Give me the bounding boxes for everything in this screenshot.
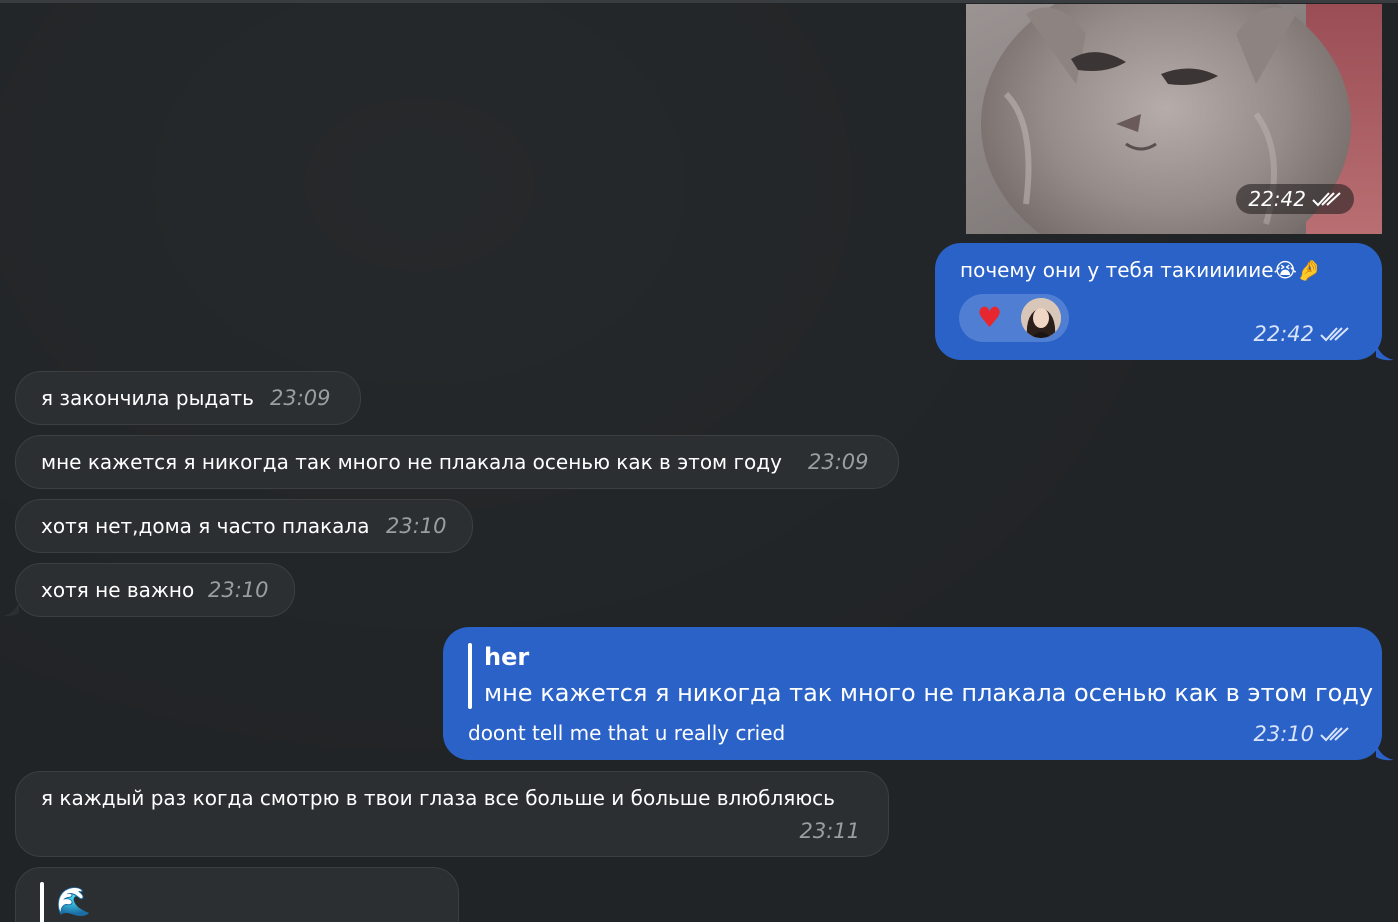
message-timestamp: 23:09 [808,450,869,474]
message-time-text: 22:42 [1253,322,1314,346]
message-timestamp: 23:10 [386,514,447,538]
wave-emoji-icon: 🌊 [56,885,91,918]
photo-timestamp: 22:42 [1236,184,1354,214]
incoming-message[interactable]: я закончила рыдать 23:09 [15,371,361,425]
reply-quoted-text[interactable]: мне кажется я никогда так много не плака… [484,680,1373,706]
photo-message[interactable]: 22:42 [966,4,1382,234]
heart-reaction-icon: ♥ [977,301,1003,334]
message-timestamp: 23:10 [1253,721,1350,747]
outgoing-reply-message[interactable]: her мне кажется я никогда так много не п… [443,627,1382,760]
reply-quote-bar [40,882,44,922]
outgoing-message[interactable]: почему они у тебя такиииииe😭🤌 ♥ 22:42 [935,243,1382,360]
message-timestamp: 23:10 [208,578,269,602]
incoming-message[interactable]: хотя нет,дома я часто плакала 23:10 [15,499,473,553]
photo-time-text: 22:42 [1248,187,1306,211]
message-emoji: 😭🤌 [1273,258,1322,282]
incoming-message[interactable]: хотя не важно 23:10 [15,563,295,617]
message-text: хотя нет,дома я часто плакала [41,514,370,538]
read-checkmarks-icon [1320,327,1349,342]
incoming-message[interactable]: мне кажется я никогда так много не плака… [15,435,899,489]
reaction-pill[interactable]: ♥ [959,294,1069,342]
incoming-reply-message[interactable]: 🌊 [15,867,459,922]
bubble-tail [1376,743,1394,761]
message-timestamp: 23:09 [270,386,331,410]
message-text: я каждый раз когда смотрю в твои глаза в… [41,786,835,810]
top-divider [0,0,1398,3]
message-text: doont tell me that u really cried [468,721,786,745]
reply-quote-bar [468,643,472,709]
reactor-avatar [1021,298,1061,338]
message-timestamp: 22:42 [1253,321,1350,347]
message-text: хотя не важно [41,578,195,602]
message-text-body: почему они у тебя такиииииe [960,258,1274,282]
message-text: почему они у тебя такиииииe😭🤌 [960,257,1322,283]
read-checkmarks-icon [1312,192,1341,207]
reply-sender-name: her [484,643,530,671]
bubble-tail [3,601,19,617]
message-time-text: 23:10 [1253,722,1314,746]
incoming-message[interactable]: я каждый раз когда смотрю в твои глаза в… [15,771,889,857]
read-checkmarks-icon [1320,727,1349,742]
message-timestamp: 23:11 [799,819,860,843]
message-text: мне кажется я никогда так много не плака… [41,450,782,474]
message-text: я закончила рыдать [41,386,254,410]
chat-view: 22:42 почему они у тебя такиииииe😭🤌 ♥ 22… [0,0,1398,922]
bubble-tail [1376,343,1394,361]
